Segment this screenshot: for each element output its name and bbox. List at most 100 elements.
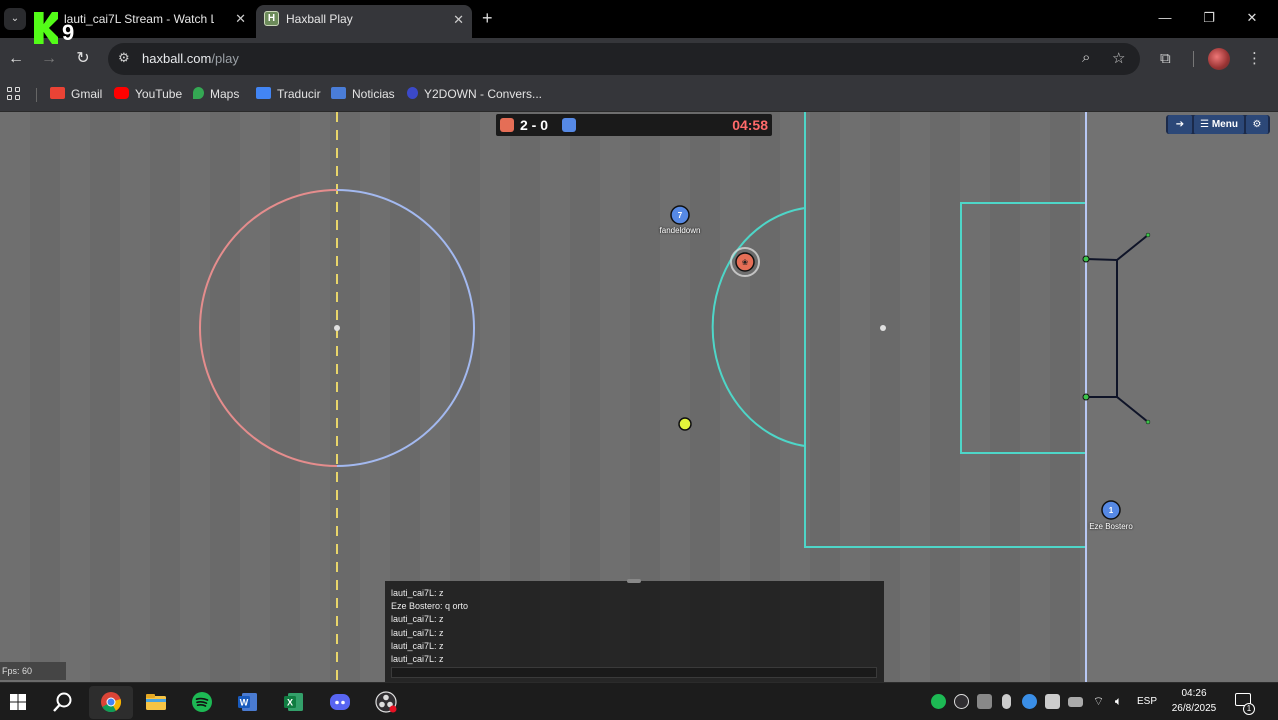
- restore-button[interactable]: ❐: [1199, 8, 1219, 28]
- stream-logo-digit: 9: [62, 20, 75, 45]
- player-number-fandeldown: 7: [678, 211, 683, 220]
- tray-battery-icon[interactable]: [1068, 697, 1083, 707]
- svg-text:X: X: [287, 698, 293, 708]
- toggle-arrow-icon[interactable]: ➔: [1168, 115, 1192, 134]
- spotify-icon[interactable]: [190, 690, 214, 714]
- chat-message: Eze Bostero: q orto: [391, 601, 469, 612]
- blue-team-icon: [562, 118, 576, 132]
- search-icon[interactable]: [51, 690, 75, 714]
- game-clock: 04:58: [732, 117, 768, 133]
- tray-spotify-icon[interactable]: [931, 694, 946, 709]
- player-number-eze-bostero: 1: [1109, 506, 1114, 515]
- bookmark-maps[interactable]: Maps: [193, 80, 239, 108]
- translate-icon: [256, 87, 271, 99]
- url-text[interactable]: haxball.com/play: [142, 43, 239, 75]
- more-menu-icon[interactable]: ⋮: [1247, 48, 1262, 70]
- net-anchor: [1145, 419, 1151, 425]
- system-clock[interactable]: 04:26 26/8/2025: [1166, 686, 1222, 716]
- fps-counter: Fps: 60: [0, 662, 66, 680]
- y2down-icon: [407, 87, 418, 99]
- bookmark-youtube[interactable]: YouTube: [114, 80, 182, 108]
- bookmark-news[interactable]: Noticias: [331, 80, 395, 108]
- tray-app-icon[interactable]: [977, 694, 992, 709]
- svg-text:W: W: [240, 698, 249, 708]
- tray-wifi-icon[interactable]: ⌔: [1091, 694, 1106, 709]
- youtube-icon: [114, 87, 129, 99]
- menu-button[interactable]: ☰ Menu: [1194, 115, 1244, 134]
- game-menu-bar: ➔ ☰ Menu ⚙: [1166, 115, 1270, 134]
- chat-message: lauti_cai7L: z: [391, 640, 444, 651]
- tab-search-button[interactable]: ⌄: [4, 8, 26, 30]
- close-tab-icon[interactable]: ✕: [453, 6, 464, 34]
- tab-haxball[interactable]: H Haxball Play ✕: [256, 5, 472, 38]
- chrome-icon[interactable]: [99, 690, 123, 714]
- gmail-icon: [50, 87, 65, 99]
- controlled-player-avatar-icon: ❀: [742, 258, 749, 267]
- haxball-favicon: H: [264, 11, 279, 26]
- new-tab-button[interactable]: +: [482, 8, 493, 28]
- profile-avatar[interactable]: [1208, 48, 1230, 70]
- chat-input[interactable]: [391, 667, 877, 678]
- forward-button[interactable]: →: [39, 49, 59, 69]
- chat-panel: lauti_cai7L: z Eze Bostero: q orto lauti…: [385, 579, 884, 682]
- maps-pin-icon: [193, 87, 204, 99]
- bookmark-y2down[interactable]: Y2DOWN - Convers...: [407, 80, 542, 108]
- extensions-icon[interactable]: ⧉: [1160, 48, 1171, 70]
- windows-taskbar: W X ⌔ 🔈︎ ESP 04:26 26/8/2025 1: [0, 682, 1278, 720]
- ball: [678, 417, 692, 431]
- system-date: 26/8/2025: [1171, 703, 1217, 714]
- system-time: 04:26: [1181, 688, 1207, 699]
- bookmarks-divider: [36, 88, 37, 102]
- file-explorer-icon[interactable]: [144, 690, 168, 714]
- menu-lines-icon: ☰: [1200, 119, 1210, 130]
- score-text: 2 - 0: [520, 117, 549, 133]
- minimize-button[interactable]: —: [1155, 8, 1175, 28]
- tab-title: Haxball Play: [286, 12, 353, 26]
- discord-icon[interactable]: [328, 690, 352, 714]
- toolbar-divider: [1193, 51, 1194, 67]
- chat-resize-handle[interactable]: [627, 579, 641, 583]
- close-tab-icon[interactable]: ✕: [235, 6, 246, 32]
- word-icon[interactable]: W: [236, 690, 260, 714]
- back-button[interactable]: ←: [6, 49, 26, 69]
- settings-gear-icon[interactable]: ⚙: [1246, 115, 1268, 134]
- chat-message: lauti_cai7L: z: [391, 627, 444, 638]
- tray-hp-icon[interactable]: [1022, 694, 1037, 709]
- windows-start-icon[interactable]: [6, 690, 30, 714]
- notification-count-badge: 1: [1243, 703, 1255, 715]
- language-indicator[interactable]: ESP: [1137, 683, 1157, 720]
- site-info-icon[interactable]: ⚙: [118, 50, 130, 66]
- tray-microphone-icon[interactable]: [1002, 694, 1011, 709]
- red-team-icon: [500, 118, 514, 132]
- chat-log: lauti_cai7L: z Eze Bostero: q orto lauti…: [391, 587, 468, 666]
- player-name-eze-bostero: Eze Bostero: [1089, 522, 1133, 531]
- bookmarks-bar: Gmail YouTube Maps Traducir Noticias Y2D…: [0, 80, 1278, 112]
- kick-k-icon: [34, 12, 58, 44]
- haxball-game-canvas[interactable]: 7 1 ❀ fandeldown Eze Bostero 2 - 0 04:58…: [0, 112, 1278, 682]
- net-anchor: [1145, 232, 1151, 238]
- browser-toolbar: ← → ↻ ⚙ haxball.com/play ⌕ ☆ ⧉ ⋮: [0, 38, 1278, 80]
- close-window-button[interactable]: ✕: [1242, 8, 1262, 28]
- bookmark-star-icon[interactable]: ☆: [1112, 49, 1125, 67]
- chat-message: lauti_cai7L: z: [391, 654, 444, 665]
- tray-obs-icon[interactable]: [954, 694, 969, 709]
- goal-post: [1082, 255, 1090, 263]
- player-name-fandeldown: fandeldown: [659, 226, 701, 235]
- address-bar[interactable]: ⚙ haxball.com/play ⌕ ☆: [108, 43, 1140, 75]
- tab-strip: ⌄ lauti_cai7L Stream - Watch Live ✕ 9 H …: [0, 0, 1278, 45]
- bookmark-gmail[interactable]: Gmail: [50, 80, 102, 108]
- penalty-spot: [880, 325, 886, 331]
- stream-logo: 9: [34, 12, 78, 46]
- tab-title: lauti_cai7L Stream - Watch Live: [64, 12, 214, 26]
- tray-security-icon[interactable]: [1045, 694, 1060, 709]
- tray-volume-icon[interactable]: 🔈︎: [1111, 694, 1126, 709]
- bookmark-translate[interactable]: Traducir: [256, 80, 321, 108]
- zoom-search-icon[interactable]: ⌕: [1082, 49, 1090, 66]
- reload-button[interactable]: ↻: [73, 49, 93, 69]
- obs-studio-icon[interactable]: [374, 690, 398, 714]
- scoreboard: 2 - 0 04:58: [496, 114, 772, 136]
- news-icon: [331, 87, 346, 99]
- chat-message: lauti_cai7L: z: [391, 614, 444, 625]
- apps-grid-icon[interactable]: [7, 87, 21, 101]
- excel-icon[interactable]: X: [282, 690, 306, 714]
